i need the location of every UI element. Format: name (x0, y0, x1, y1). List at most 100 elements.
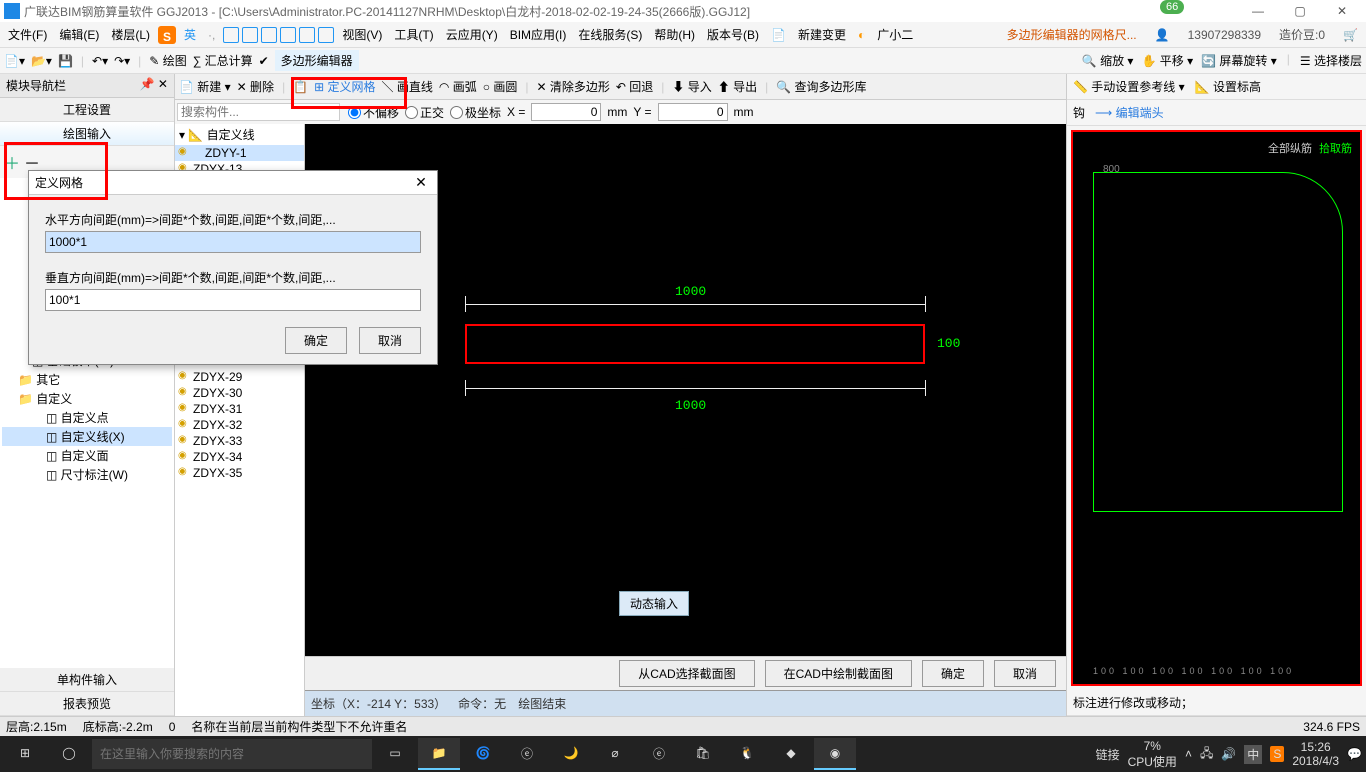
new-change[interactable]: 新建变更 (794, 24, 850, 45)
menu-version[interactable]: 版本号(B) (703, 24, 763, 45)
x-input[interactable] (531, 103, 601, 121)
taskview-icon[interactable]: ▭ (374, 738, 416, 770)
dynamic-input-button[interactable]: 动态输入 (619, 591, 689, 616)
tb-conn[interactable]: 链接 (1096, 746, 1120, 763)
set-mark-button[interactable]: 📐 设置标高 (1195, 78, 1261, 95)
clear-poly-button[interactable]: ✕ 清除多边形 (536, 78, 609, 95)
rotate-tool[interactable]: 🔄 屏幕旋转 ▾ (1201, 52, 1277, 69)
dialog-ok-button[interactable]: 确定 (285, 327, 347, 354)
ime-face-icon[interactable] (223, 27, 239, 43)
task-app1-icon[interactable]: 🌀 (462, 738, 504, 770)
import-button[interactable]: ⬇ 导入 (672, 78, 711, 95)
sogou-icon[interactable]: S (158, 26, 176, 44)
export-button[interactable]: ⬆ 导出 (718, 78, 757, 95)
check-icon[interactable]: ✔ (259, 54, 269, 68)
draw-cad-button[interactable]: 在CAD中绘制截面图 (765, 660, 912, 687)
pin-icon[interactable]: 📌 ✕ (140, 77, 168, 94)
phone[interactable]: 13907298339 (1184, 26, 1265, 44)
minimize-button[interactable]: — (1238, 0, 1278, 22)
dialog-cancel-button[interactable]: 取消 (359, 327, 421, 354)
tree-item[interactable]: ◫ 自定义点 (2, 408, 172, 427)
draw-tool[interactable]: ✎ 绘图 (149, 52, 186, 69)
tree-item[interactable]: ◫ 自定义线(X) (2, 427, 172, 446)
radio-nooffset[interactable]: 不偏移 (348, 104, 399, 121)
pan-tool[interactable]: ✋ 平移 ▾ (1141, 52, 1193, 69)
task-app3-icon[interactable]: ⌀ (594, 738, 636, 770)
task-ggj-icon[interactable]: ◉ (814, 738, 856, 770)
task-app2-icon[interactable]: 🌙 (550, 738, 592, 770)
copy-icon[interactable]: 📋 (293, 80, 308, 94)
select-floor[interactable]: ☰ 选择楼层 (1300, 52, 1362, 69)
list-item[interactable]: ZDYX-34 (175, 449, 304, 465)
task-edge-icon[interactable]: ⓔ (506, 738, 548, 770)
menu-view[interactable]: 视图(V) (338, 24, 386, 45)
menu-file[interactable]: 文件(F) (4, 24, 51, 45)
save-icon[interactable]: 💾 (58, 54, 73, 68)
start-button[interactable]: ⊞ (4, 738, 46, 770)
list-item[interactable]: ZDYX-29 (175, 369, 304, 385)
set-refline-button[interactable]: 📏 手动设置参考线 ▾ (1073, 78, 1185, 95)
tree-item[interactable]: 📁 其它 (2, 370, 172, 389)
list-item[interactable]: ZDYX-35 (175, 465, 304, 481)
tree-item[interactable]: ◫ 自定义面 (2, 446, 172, 465)
menu-help[interactable]: 帮助(H) (650, 24, 699, 45)
tb-vol-icon[interactable]: 🔊 (1221, 747, 1236, 761)
draw-circle-button[interactable]: ○ 画圆 (483, 78, 518, 95)
tb-ime[interactable]: 中 (1244, 745, 1262, 764)
new-icon[interactable]: 📄▾ (4, 54, 25, 68)
list-item[interactable]: ZDYX-33 (175, 433, 304, 449)
tree-item[interactable]: ◫ 尺寸标注(W) (2, 465, 172, 484)
menu-cloud[interactable]: 云应用(Y) (442, 24, 502, 45)
comp-root-sel[interactable]: ZDYY-1 (175, 145, 304, 161)
ime-lang[interactable]: 英 (180, 24, 200, 45)
list-item[interactable]: ZDYX-32 (175, 417, 304, 433)
menu-floor[interactable]: 楼层(L) (107, 24, 154, 45)
ime-tool-icon[interactable] (299, 27, 315, 43)
tb-notif-icon[interactable]: 💬 (1347, 747, 1362, 761)
tb-sogou-icon[interactable]: S (1270, 746, 1284, 762)
tb-up-icon[interactable]: ˄ (1185, 747, 1192, 761)
task-app4-icon[interactable]: ◆ (770, 738, 812, 770)
tb-clock[interactable]: 15:262018/4/3 (1292, 740, 1339, 768)
cart-icon[interactable]: 🛒 (1339, 26, 1362, 44)
task-ie-icon[interactable]: ⓔ (638, 738, 680, 770)
plus-button[interactable]: ＋ (4, 150, 20, 174)
tb-net-icon[interactable]: 🖧 (1200, 744, 1213, 765)
tree-item[interactable]: 📁 自定义 (2, 389, 172, 408)
right-pick[interactable]: 拾取筋 (1319, 140, 1352, 156)
project-settings-button[interactable]: 工程设置 (0, 98, 174, 122)
poly-editor-tab[interactable]: 多边形编辑器 (275, 50, 359, 71)
ime-mic-icon[interactable] (242, 27, 258, 43)
hook-button[interactable]: 钩 (1073, 104, 1085, 121)
close-button[interactable]: ✕ (1322, 0, 1362, 22)
y-input[interactable] (658, 103, 728, 121)
ime-set-icon[interactable] (318, 27, 334, 43)
dialog-close-button[interactable]: ✕ (411, 174, 431, 191)
task-qq-icon[interactable]: 🐧 (726, 738, 768, 770)
zoom-tool[interactable]: 🔍 缩放 ▾ (1082, 52, 1134, 69)
taskbar-search[interactable] (92, 739, 372, 769)
ok-button[interactable]: 确定 (922, 660, 984, 687)
query-button[interactable]: 🔍 查询多边形库 (776, 78, 866, 95)
right-canvas[interactable]: 全部纵筋 拾取筋 800 100 100 100 100 100 100 100 (1071, 130, 1362, 686)
sum-tool[interactable]: ∑ 汇总计算 (193, 52, 253, 69)
draw-arc-button[interactable]: ◠ 画弧 (439, 78, 477, 95)
list-item[interactable]: ZDYX-30 (175, 385, 304, 401)
ime-punct[interactable]: ·, (204, 26, 219, 44)
edit-end-button[interactable]: ⟶ 编辑端头 (1095, 104, 1164, 121)
task-store-icon[interactable]: 🛍 (682, 738, 724, 770)
v-input[interactable] (45, 289, 421, 311)
maximize-button[interactable]: ▢ (1280, 0, 1320, 22)
task-folder-icon[interactable]: 📁 (418, 738, 460, 770)
new-button[interactable]: 📄 新建 ▾ (179, 78, 231, 95)
cortana-icon[interactable]: ◯ (48, 738, 90, 770)
redo-icon[interactable]: ↷▾ (114, 54, 130, 68)
open-icon[interactable]: 📂▾ (31, 54, 52, 68)
search-input[interactable] (177, 103, 340, 121)
undo-icon[interactable]: ↶▾ (92, 54, 108, 68)
list-item[interactable]: ZDYX-31 (175, 401, 304, 417)
undo-button[interactable]: ↶ 回退 (616, 78, 653, 95)
radio-ortho[interactable]: 正交 (405, 104, 444, 121)
user-name[interactable]: 广小二 (873, 24, 917, 45)
ime-kbd-icon[interactable] (261, 27, 277, 43)
